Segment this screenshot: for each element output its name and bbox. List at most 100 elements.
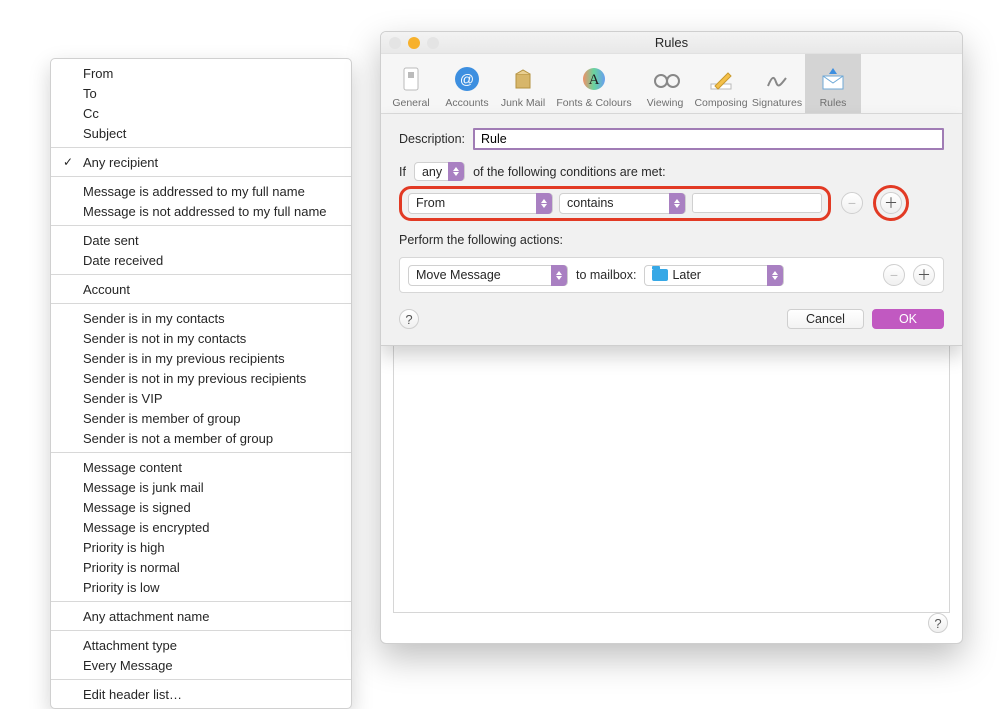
updown-icon	[767, 265, 783, 286]
dropdown-item[interactable]: ✓Any recipient	[51, 152, 351, 172]
close-icon[interactable]	[389, 37, 401, 49]
condition-field-value: From	[416, 196, 530, 210]
toolbar-tab-label: Junk Mail	[501, 97, 545, 109]
dropdown-item[interactable]: Message is not addressed to my full name	[51, 201, 351, 221]
svg-text:@: @	[460, 71, 474, 87]
dropdown-item[interactable]: Sender is member of group	[51, 408, 351, 428]
toolbar-tab-rules[interactable]: Rules	[805, 54, 861, 113]
dropdown-item[interactable]: Message is addressed to my full name	[51, 181, 351, 201]
preferences-window: Rules General @ Accounts Junk Mail A Fonts & …	[380, 31, 963, 644]
dropdown-item[interactable]: Sender is not in my previous recipients	[51, 368, 351, 388]
condition-field-dropdown[interactable]: FromToCcSubject ✓Any recipient Message is …	[50, 58, 352, 709]
updown-icon	[551, 265, 567, 286]
dropdown-item[interactable]: Message is junk mail	[51, 477, 351, 497]
toolbar-tab-viewing[interactable]: Viewing	[637, 54, 693, 113]
toolbar-tab-label: Composing	[694, 97, 747, 109]
dropdown-item[interactable]: Cc	[51, 103, 351, 123]
dropdown-item[interactable]: Message is encrypted	[51, 517, 351, 537]
dropdown-item[interactable]: Sender is in my previous recipients	[51, 348, 351, 368]
general-icon	[396, 64, 426, 94]
fonts-icon: A	[579, 64, 609, 94]
if-mode-select[interactable]: any	[414, 162, 465, 181]
updown-icon	[448, 162, 464, 181]
dropdown-item[interactable]: Priority is normal	[51, 557, 351, 577]
minimize-icon[interactable]	[408, 37, 420, 49]
action-target-value: Later	[672, 268, 761, 282]
cancel-button[interactable]: Cancel	[787, 309, 864, 329]
condition-value-input[interactable]	[692, 193, 822, 213]
updown-icon	[669, 193, 685, 214]
toolbar-tab-label: Viewing	[647, 97, 684, 109]
composing-icon	[706, 64, 736, 94]
dropdown-item[interactable]: Sender is not a member of group	[51, 428, 351, 448]
viewing-icon	[650, 64, 680, 94]
dropdown-item[interactable]: Every Message	[51, 655, 351, 675]
condition-operator-value: contains	[567, 196, 663, 210]
action-row: Move Message to mailbox: Later − ＋	[399, 257, 944, 293]
toolbar-tab-junk[interactable]: Junk Mail	[495, 54, 551, 113]
dropdown-item[interactable]: Sender is in my contacts	[51, 308, 351, 328]
dropdown-item[interactable]: Sender is not in my contacts	[51, 328, 351, 348]
condition-field-select[interactable]: From	[408, 193, 553, 214]
to-mailbox-label: to mailbox:	[576, 268, 636, 282]
dropdown-item[interactable]: Subject	[51, 123, 351, 143]
dropdown-item[interactable]: Priority is high	[51, 537, 351, 557]
junk-icon	[508, 64, 538, 94]
action-verb-value: Move Message	[416, 268, 545, 282]
dropdown-item[interactable]: Sender is VIP	[51, 388, 351, 408]
dropdown-item[interactable]: Any attachment name	[51, 606, 351, 626]
condition-operator-select[interactable]: contains	[559, 193, 686, 214]
dropdown-item[interactable]: Message content	[51, 457, 351, 477]
dropdown-item[interactable]: Priority is low	[51, 577, 351, 597]
toolbar-tab-composing[interactable]: Composing	[693, 54, 749, 113]
toolbar-tab-label: Accounts	[445, 97, 488, 109]
svg-text:A: A	[589, 72, 600, 88]
if-label: If	[399, 165, 406, 179]
checkmark-icon: ✓	[63, 154, 73, 171]
toolbar-tab-accounts[interactable]: @ Accounts	[439, 54, 495, 113]
action-verb-select[interactable]: Move Message	[408, 265, 568, 286]
toolbar-tab-label: Signatures	[752, 97, 802, 109]
toolbar-tab-label: Rules	[820, 97, 847, 109]
add-condition-highlight: ＋	[873, 185, 909, 221]
sheet-help-button[interactable]: ?	[399, 309, 419, 329]
remove-action-button[interactable]: −	[883, 264, 905, 286]
dropdown-item[interactable]: Edit header list…	[51, 684, 351, 704]
rules-icon	[818, 64, 848, 94]
ok-button[interactable]: OK	[872, 309, 944, 329]
toolbar-tab-general[interactable]: General	[383, 54, 439, 113]
dropdown-item[interactable]: From	[51, 63, 351, 83]
dropdown-item[interactable]: Date received	[51, 250, 351, 270]
toolbar-tab-label: General	[392, 97, 429, 109]
dropdown-item[interactable]: Account	[51, 279, 351, 299]
accounts-icon: @	[452, 64, 482, 94]
dropdown-item[interactable]: Attachment type	[51, 635, 351, 655]
toolbar-tab-signatures[interactable]: Signatures	[749, 54, 805, 113]
add-action-button[interactable]: ＋	[913, 264, 935, 286]
if-tail: of the following conditions are met:	[473, 165, 665, 179]
condition-row: From contains	[399, 186, 831, 221]
if-mode-value: any	[422, 165, 442, 179]
description-input[interactable]	[473, 128, 944, 150]
signatures-icon	[762, 64, 792, 94]
add-condition-button[interactable]: ＋	[880, 192, 902, 214]
window-titlebar: Rules	[381, 32, 962, 54]
dropdown-item[interactable]: To	[51, 83, 351, 103]
actions-label: Perform the following actions:	[399, 233, 944, 247]
rules-list-pane	[393, 332, 950, 613]
window-traffic-lights	[389, 37, 439, 49]
help-button[interactable]: ?	[928, 613, 948, 633]
rule-edit-sheet: Description: If any of the following con…	[381, 114, 962, 346]
zoom-icon[interactable]	[427, 37, 439, 49]
description-label: Description:	[399, 132, 465, 146]
updown-icon	[536, 193, 552, 214]
action-target-select[interactable]: Later	[644, 265, 784, 286]
window-title: Rules	[655, 35, 688, 50]
preferences-toolbar: General @ Accounts Junk Mail A Fonts & Colour…	[381, 54, 962, 114]
folder-icon	[652, 269, 668, 281]
remove-condition-button[interactable]: −	[841, 192, 863, 214]
dropdown-item[interactable]: Date sent	[51, 230, 351, 250]
toolbar-tab-label: Fonts & Colours	[556, 97, 631, 109]
dropdown-item[interactable]: Message is signed	[51, 497, 351, 517]
toolbar-tab-fonts[interactable]: A Fonts & Colours	[551, 54, 637, 113]
